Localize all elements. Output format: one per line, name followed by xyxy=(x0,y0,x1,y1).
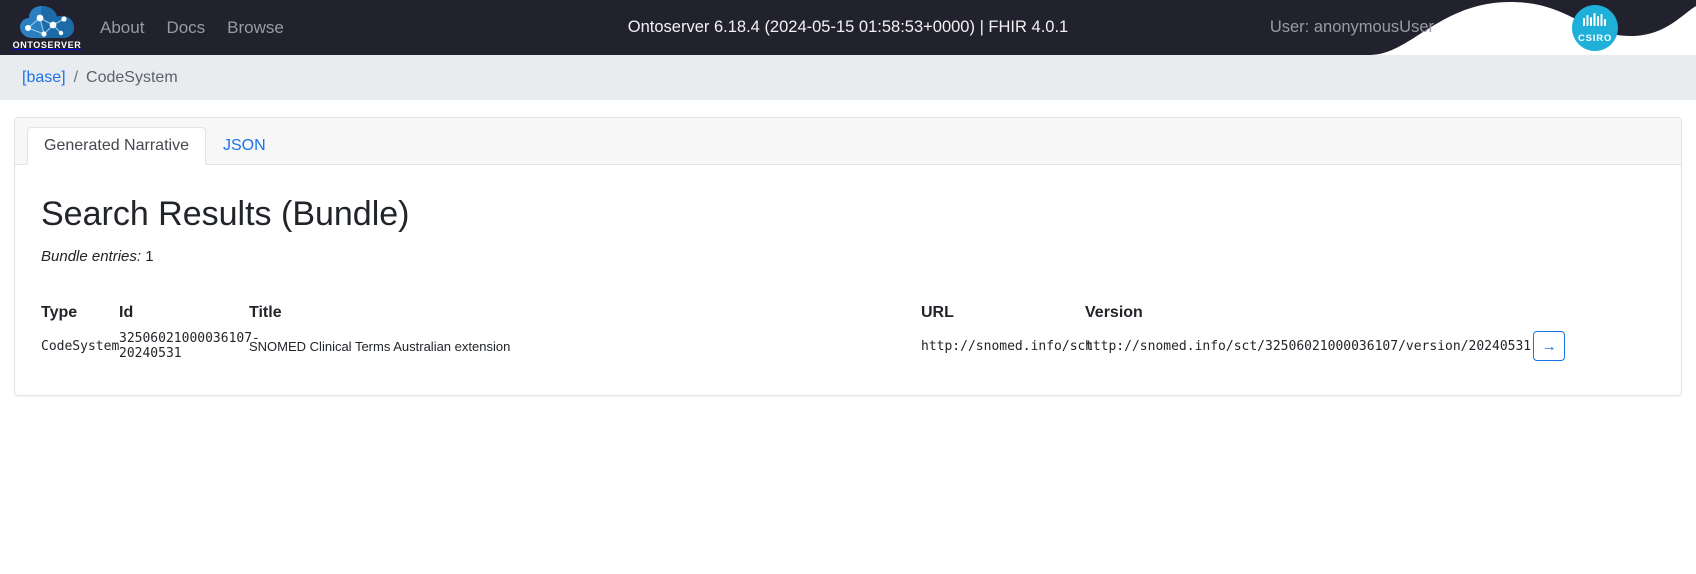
cell-version-text: http://snomed.info/sct/32506021000036107… xyxy=(1085,338,1532,354)
tab-bar: Generated Narrative JSON xyxy=(15,118,1681,165)
nav-link-about[interactable]: About xyxy=(100,18,144,38)
results-table-head: Type Id Title URL Version xyxy=(41,304,1655,331)
top-navbar: ONTOSERVER About Docs Browse Ontoserver … xyxy=(0,0,1696,55)
table-row: CodeSystem 32506021000036107-20240531 SN… xyxy=(41,331,1655,361)
column-header-title: Title xyxy=(249,304,282,321)
nav-links: About Docs Browse xyxy=(100,18,284,38)
bundle-entries-label: Bundle entries: xyxy=(41,248,142,265)
breadcrumb-separator: / xyxy=(73,68,79,86)
bundle-entries-count: 1 xyxy=(145,248,154,265)
arrow-right-icon: → xyxy=(1541,337,1557,355)
current-user-label: User: anonymousUser xyxy=(1269,18,1434,36)
cell-id: 32506021000036107-20240531 xyxy=(119,331,260,361)
tab-generated-narrative[interactable]: Generated Narrative xyxy=(27,127,206,165)
cell-url: http://snomed.info/sct xyxy=(921,338,1094,354)
card-body: Search Results (Bundle) Bundle entries: … xyxy=(15,165,1681,395)
column-header-version: Version xyxy=(1085,304,1143,321)
nav-link-docs[interactable]: Docs xyxy=(166,18,205,38)
results-card: Generated Narrative JSON Search Results … xyxy=(14,117,1682,396)
table-header-row: Type Id Title URL Version xyxy=(41,304,1655,331)
ontoserver-cloud-icon xyxy=(20,5,74,39)
csiro-mark-icon xyxy=(1582,12,1608,33)
brand-wordmark: ONTOSERVER xyxy=(12,39,82,50)
column-header-id: Id xyxy=(119,304,134,321)
results-table: Type Id Title URL Version CodeSystem 325… xyxy=(41,304,1655,361)
page-title: Search Results (Bundle) xyxy=(41,195,410,233)
nav-link-browse[interactable]: Browse xyxy=(227,18,284,38)
breadcrumb-item-codesystem: CodeSystem xyxy=(86,68,178,86)
breadcrumb: [base] / CodeSystem xyxy=(0,55,1696,100)
bundle-entries-line: Bundle entries: 1 xyxy=(41,247,1655,266)
csiro-logo[interactable]: CSIRO xyxy=(1572,5,1618,51)
cell-version: http://snomed.info/sct/32506021000036107… xyxy=(1085,331,1655,361)
csiro-wordmark: CSIRO xyxy=(1577,32,1613,44)
column-header-url: URL xyxy=(921,304,954,321)
brand-logo-link[interactable]: ONTOSERVER xyxy=(6,5,88,50)
column-header-type: Type xyxy=(41,304,78,321)
cell-title: SNOMED Clinical Terms Australian extensi… xyxy=(249,338,511,354)
breadcrumb-item-base[interactable]: [base] xyxy=(22,69,66,87)
tab-json[interactable]: JSON xyxy=(206,127,283,165)
version-row: http://snomed.info/sct/32506021000036107… xyxy=(1085,331,1655,361)
cell-type: CodeSystem xyxy=(41,338,120,354)
arrow-right-icon-button[interactable]: → xyxy=(1533,331,1566,361)
results-table-body: CodeSystem 32506021000036107-20240531 SN… xyxy=(41,331,1655,361)
